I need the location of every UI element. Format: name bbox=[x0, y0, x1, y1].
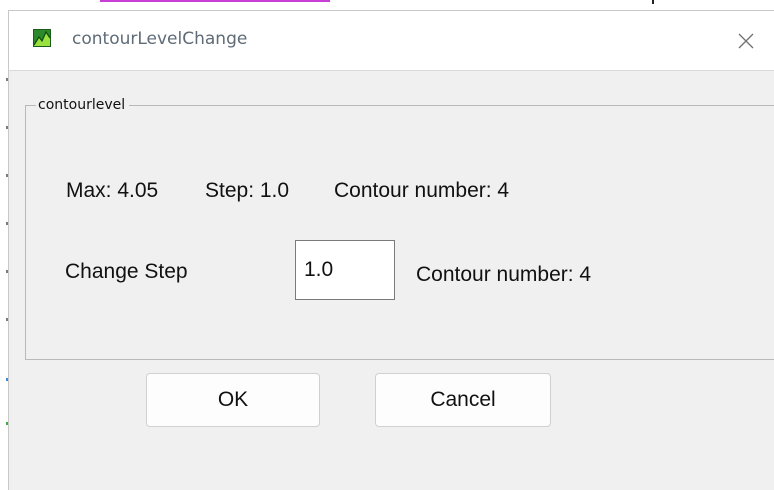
cancel-button[interactable]: Cancel bbox=[375, 373, 551, 427]
ok-button[interactable]: OK bbox=[146, 373, 320, 427]
current-contour-number-label: Contour number: 4 bbox=[334, 179, 510, 202]
contour-app-icon bbox=[33, 29, 51, 47]
close-icon bbox=[738, 33, 754, 49]
group-legend: contourlevel bbox=[36, 96, 130, 114]
background-window-edge bbox=[0, 0, 8, 490]
current-step-label: Step: 1.0 bbox=[205, 179, 290, 202]
dialog-window: contourLevelChange contourlevel Max: 4.0… bbox=[8, 10, 774, 490]
change-step-input[interactable] bbox=[295, 240, 395, 300]
change-step-label: Change Step bbox=[65, 260, 188, 283]
new-contour-number-label: Contour number: 4 bbox=[416, 263, 592, 286]
top-edge-accent bbox=[100, 0, 330, 2]
close-button[interactable] bbox=[731, 25, 761, 55]
contourlevel-group: contourlevel bbox=[25, 96, 774, 360]
top-edge-mark bbox=[652, 0, 654, 4]
max-value-label: Max: 4.05 bbox=[66, 179, 159, 202]
window-title: contourLevelChange bbox=[72, 29, 248, 49]
title-bar[interactable]: contourLevelChange bbox=[9, 11, 774, 71]
